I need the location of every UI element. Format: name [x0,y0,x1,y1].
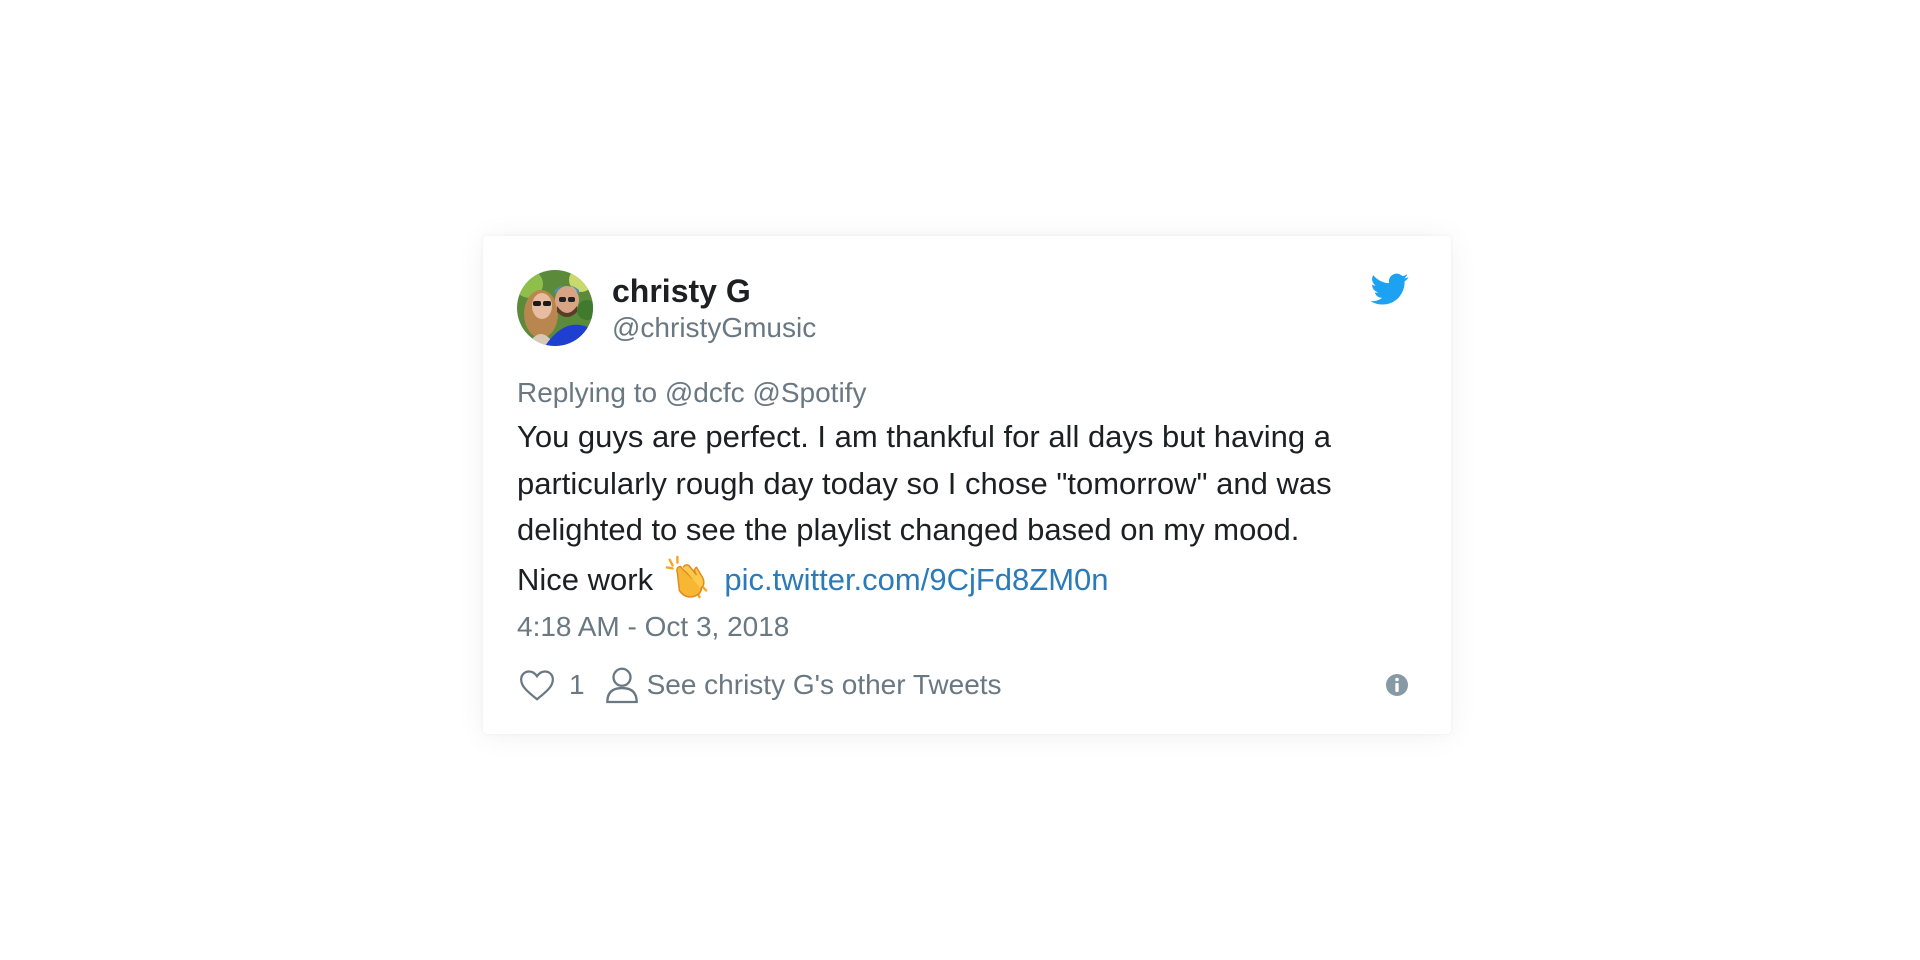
author-handle[interactable]: @christyGmusic [612,310,816,346]
like-button[interactable]: 1 [517,666,585,704]
tweet-media-link[interactable]: pic.twitter.com/9CjFd8ZM0n [724,562,1108,597]
tweet-actions: 1 See christy G's other Tweets [517,665,1409,705]
tweet-timestamp[interactable]: 4:18 AM - Oct 3, 2018 [517,609,1409,645]
page: christy G @christyGmusic Replying to @dc… [0,0,1920,960]
tweet-text: You guys are perfect. I am thankful for … [517,414,1417,603]
other-tweets-label[interactable]: See christy G's other Tweets [647,669,1002,701]
info-icon[interactable] [1385,673,1409,697]
tweet-text-line: Nice work [517,561,654,597]
like-count: 1 [569,669,585,700]
author-display-name[interactable]: christy G [612,272,816,310]
tweet-text-line: delighted to see the playlist changed ba… [517,512,1300,547]
avatar-photo [517,270,593,346]
author-names[interactable]: christy G @christyGmusic [612,272,816,346]
person-icon [605,667,638,704]
tweet-text-line: particularly rough day today so I chose … [517,465,1332,501]
reply-context: Replying to @dcfc @Spotify [517,376,1409,410]
reply-mentions[interactable]: @dcfc @Spotify [665,377,867,408]
reply-prefix: Replying to [517,377,658,408]
heart-icon[interactable] [517,666,557,704]
tweet-header: christy G @christyGmusic [517,270,1409,346]
clapping-hands-emoji [665,555,708,598]
tweet-text-line: You guys are perfect. I am thankful for … [517,419,1331,454]
other-tweets-link[interactable]: See christy G's other Tweets [585,666,1002,704]
tweet-card[interactable]: christy G @christyGmusic Replying to @dc… [483,236,1451,734]
twitter-bird-icon[interactable] [1371,270,1409,308]
avatar[interactable] [517,270,593,346]
